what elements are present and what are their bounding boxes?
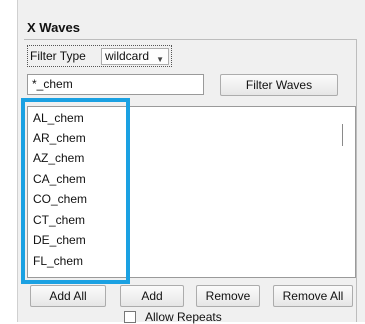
panel-title: X Waves xyxy=(27,20,80,35)
allow-repeats-checkbox[interactable] xyxy=(124,311,136,323)
group-border-right xyxy=(356,39,357,322)
filter-type-label: Filter Type xyxy=(30,49,86,63)
annotation-highlight-box xyxy=(21,98,130,284)
filter-waves-button[interactable]: Filter Waves xyxy=(220,74,338,96)
filter-type-select[interactable]: wildcard ▼ xyxy=(101,48,169,65)
remove-button[interactable]: Remove xyxy=(196,285,260,307)
add-button[interactable]: Add xyxy=(120,285,184,307)
add-all-button[interactable]: Add All xyxy=(30,285,106,307)
scrollbar-thumb[interactable] xyxy=(342,124,343,146)
remove-all-button[interactable]: Remove All xyxy=(273,285,353,307)
filter-type-value: wildcard xyxy=(105,49,150,63)
group-border-top xyxy=(24,39,356,40)
chevron-down-icon: ▼ xyxy=(156,55,164,64)
filter-pattern-input[interactable]: *_chem xyxy=(27,74,204,95)
